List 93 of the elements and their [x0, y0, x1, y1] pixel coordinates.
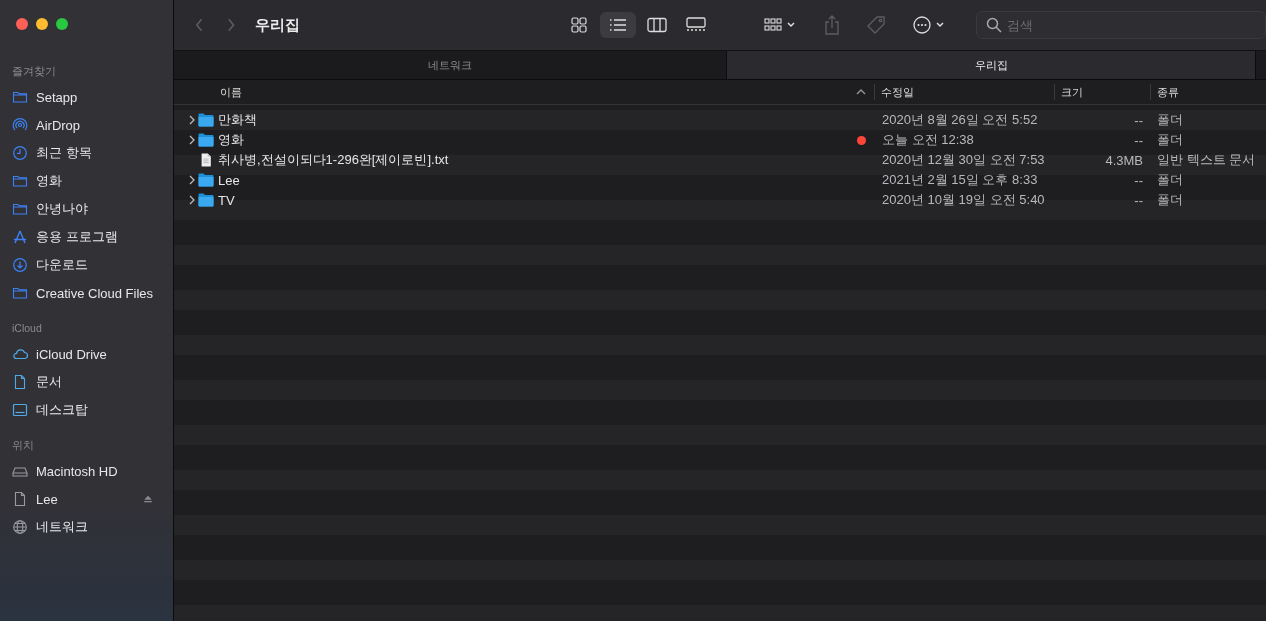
sidebar-item[interactable]: 안녕나야: [12, 195, 173, 223]
sidebar-label: Creative Cloud Files: [36, 285, 154, 301]
file-row[interactable]: 취사병,전설이되다1-296완[제이로빈].txt 2020년 12월 30일 오전 7:53 4.3MB 일반 텍스트 문서: [184, 150, 1266, 170]
modified-cell-text: 2020년 10월 19일 오전 5:40: [881, 191, 1046, 209]
file-name: TV: [218, 192, 235, 208]
sidebar-label: Setapp: [36, 89, 78, 105]
column-header[interactable]: 이름: [174, 84, 874, 100]
sidebar-item[interactable]: 최근 항목: [12, 139, 173, 167]
apps-icon: [12, 229, 28, 245]
group-button[interactable]: [764, 17, 798, 33]
file-row[interactable]: 영화 오늘 오전 12:38 -- 폴더: [184, 130, 1266, 150]
sidebar-heading: 즐겨찾기: [12, 65, 57, 79]
sidebar-label: Lee: [36, 491, 58, 507]
file-name: 영화: [218, 131, 244, 149]
document-icon: [12, 491, 28, 507]
file-name: 취사병,전설이되다1-296완[제이로빈].txt: [218, 151, 449, 169]
modified-cell-text: 2020년 8월 26일 오전 5:52: [881, 111, 1039, 129]
sidebar-item[interactable]: 네트워크: [12, 513, 173, 541]
column-header[interactable]: 크기: [1054, 84, 1150, 100]
sidebar-item[interactable]: 응용 프로그램: [12, 223, 173, 251]
sort-icon: [856, 88, 866, 96]
sidebar-label: 최근 항목: [36, 144, 92, 162]
sidebar-heading: 위치: [12, 439, 35, 453]
file-name: 만화책: [218, 111, 257, 129]
size-cell-text: 4.3MB: [1104, 151, 1144, 170]
modified-cell-text: 오늘 오전 12:38: [881, 131, 975, 149]
folder-icon: [12, 285, 28, 301]
folder-icon: [198, 173, 214, 187]
sidebar-label: 네트워크: [36, 518, 88, 536]
sidebar-label: 응용 프로그램: [36, 228, 118, 246]
sidebar-label: 안녕나야: [36, 200, 88, 218]
sidebar-label: iCloud Drive: [36, 346, 107, 362]
sidebar-item[interactable]: 다운로드: [12, 251, 173, 279]
modified-cell-text: 2020년 12월 30일 오전 7:53: [881, 151, 1046, 169]
sidebar-label: AirDrop: [36, 117, 81, 133]
grid-icon: [569, 17, 589, 33]
sidebar-item[interactable]: Setapp: [12, 83, 173, 111]
gallery-icon: [686, 17, 706, 33]
sidebar-item[interactable]: AirDrop: [12, 111, 173, 139]
folder-icon: [198, 113, 214, 127]
window-title: 우리집: [254, 15, 301, 35]
sidebar-item[interactable]: 데스크탑: [12, 396, 173, 424]
kind-cell-text: 폴더: [1156, 111, 1184, 129]
list-view-button[interactable]: [600, 12, 636, 38]
minimize-button[interactable]: [36, 18, 48, 30]
sidebar-item[interactable]: Macintosh HD: [12, 457, 173, 485]
folder-icon: [198, 133, 214, 147]
size-cell-text: --: [1133, 131, 1144, 150]
more-button[interactable]: [912, 15, 946, 35]
file-row[interactable]: 만화책 2020년 8월 26일 오전 5:52 -- 폴더: [184, 110, 1266, 130]
search-icon: [986, 17, 1002, 33]
file-name: Lee: [218, 172, 240, 188]
kind-cell-text: 폴더: [1156, 171, 1184, 189]
search-field[interactable]: 검색: [976, 11, 1266, 39]
cloud-icon: [12, 346, 28, 362]
sidebar-heading: iCloud: [12, 322, 43, 336]
column-header[interactable]: 종류: [1150, 84, 1266, 100]
clock-icon: [12, 145, 28, 161]
folder-icon: [12, 89, 28, 105]
file-row[interactable]: Lee 2021년 2월 15일 오후 8:33 -- 폴더: [184, 170, 1266, 190]
download-icon: [12, 257, 28, 273]
desktop-icon: [12, 402, 28, 418]
sidebar-label: 문서: [36, 373, 62, 391]
columns-icon: [647, 17, 667, 33]
size-cell-text: --: [1133, 191, 1144, 210]
document-icon: [12, 374, 28, 390]
sidebar-item[interactable]: Creative Cloud Files: [12, 279, 173, 307]
modified-cell-text: 2021년 2월 15일 오후 8:33: [881, 171, 1039, 189]
globe-icon: [12, 519, 28, 535]
size-cell-text: --: [1133, 171, 1144, 190]
sidebar-item[interactable]: Lee: [12, 485, 173, 513]
kind-cell-text: 일반 텍스트 문서: [1156, 151, 1257, 169]
folder-icon: [198, 193, 214, 207]
sidebar-label: 데스크탑: [36, 401, 88, 419]
zoom-button[interactable]: [56, 18, 68, 30]
sidebar-label: Macintosh HD: [36, 463, 118, 479]
folder-icon: [12, 201, 28, 217]
kind-cell-text: 폴더: [1156, 131, 1184, 149]
eject-icon[interactable]: [143, 494, 153, 504]
kind-cell-text: 폴더: [1156, 191, 1184, 209]
airdrop-icon: [12, 117, 28, 133]
folder-icon: [12, 173, 28, 189]
sidebar-item[interactable]: 문서: [12, 368, 173, 396]
size-cell-text: --: [1133, 111, 1144, 130]
sidebar-item[interactable]: 영화: [12, 167, 173, 195]
column-header[interactable]: 수정일: [874, 84, 1054, 100]
close-button[interactable]: [16, 18, 28, 30]
sidebar-item[interactable]: iCloud Drive: [12, 340, 173, 368]
tab[interactable]: 우리집: [727, 51, 1256, 79]
list-icon: [608, 17, 628, 33]
file-row[interactable]: TV 2020년 10월 19일 오전 5:40 -- 폴더: [184, 190, 1266, 210]
sidebar-label: 영화: [36, 172, 62, 190]
sidebar-label: 다운로드: [36, 256, 88, 274]
